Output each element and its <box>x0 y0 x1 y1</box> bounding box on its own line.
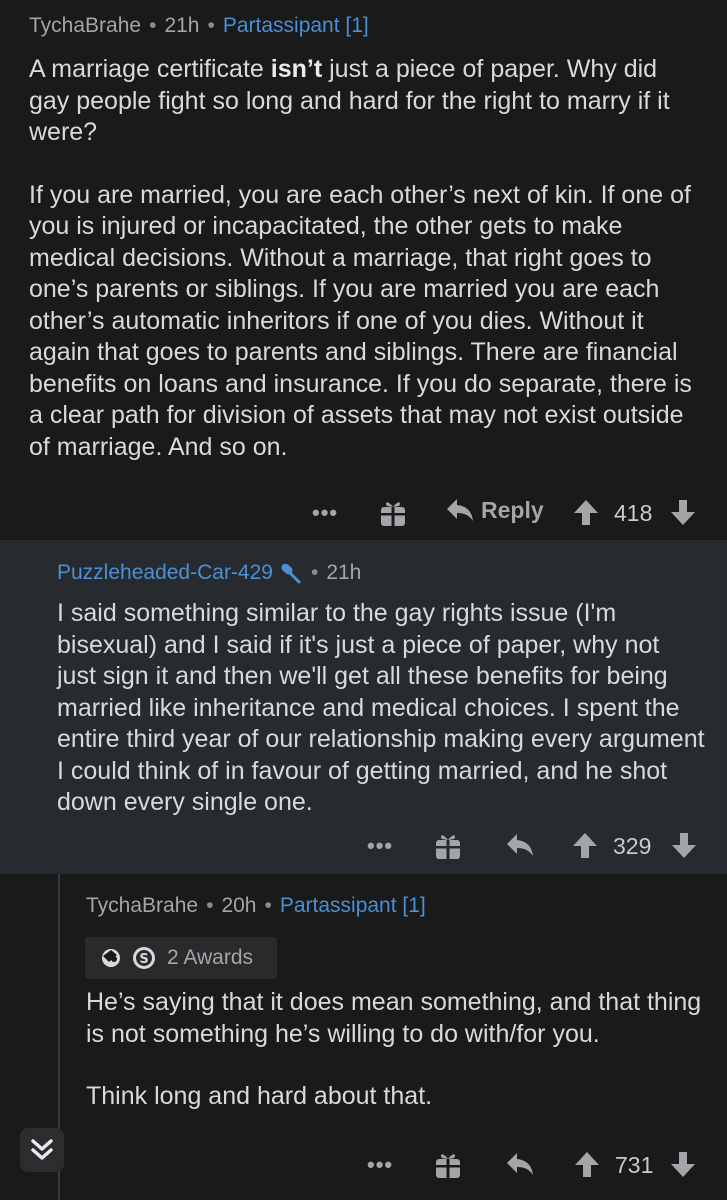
upvote-icon[interactable] <box>573 498 599 526</box>
meta-separator: • <box>310 561 319 584</box>
downvote-icon[interactable] <box>671 832 697 860</box>
meta-separator: • <box>206 894 214 917</box>
comment-3-author[interactable]: TychaBrahe <box>86 894 198 918</box>
comment-3-paragraph-2: Think long and hard about that. <box>86 1082 433 1110</box>
awards-label: 2 Awards <box>167 946 253 969</box>
gift-icon[interactable] <box>434 831 462 861</box>
downvote-icon[interactable] <box>670 1151 696 1179</box>
meta-separator: • <box>149 14 157 37</box>
reply-arrow-icon <box>447 499 473 521</box>
upvote-icon[interactable] <box>572 831 598 859</box>
comment-3-paragraph-1: He’s saying that it does mean something,… <box>86 988 702 1048</box>
comment-3-body: He’s saying that it does mean something,… <box>86 987 706 1113</box>
downvote-icon[interactable] <box>670 499 696 527</box>
comment-1-paragraph-1: A marriage certificate isn’t just a piec… <box>29 55 670 146</box>
meta-separator: • <box>264 894 272 917</box>
comment-3-age: 20h <box>221 894 257 917</box>
collapse-chevrons-icon[interactable] <box>20 1128 64 1172</box>
comment-3-meta: TychaBrahe • 20h • Partassipant [1] <box>86 894 426 918</box>
gift-icon[interactable] <box>434 1150 462 1180</box>
reply-label: Reply <box>481 496 544 523</box>
comment-1-meta: TychaBrahe • 21h • Partassipant [1] <box>29 14 369 38</box>
comment-3-more-button[interactable]: ••• <box>367 1152 393 1178</box>
meta-separator: • <box>207 14 215 37</box>
comment-2-age: 21h <box>326 561 362 584</box>
comment-2-meta: Puzzleheaded-Car-429 • 21h <box>57 561 361 585</box>
comment-2-body: I said something similar to the gay righ… <box>57 598 705 819</box>
comment-3-score: 731 <box>615 1152 654 1178</box>
comment-1-flair: Partassipant [1] <box>222 14 369 37</box>
reply-arrow-icon[interactable] <box>505 831 535 859</box>
comment-1-author[interactable]: TychaBrahe <box>29 14 141 38</box>
award-icon <box>97 946 125 970</box>
comment-2-author[interactable]: Puzzleheaded-Car-429 <box>57 561 273 585</box>
svg-text:S: S <box>139 952 148 967</box>
comment-1-age: 21h <box>164 14 200 37</box>
comment-2-score: 329 <box>613 833 652 859</box>
comment-1-paragraph-2: If you are married, you are each other’s… <box>29 180 692 461</box>
comment-2-more-button[interactable]: ••• <box>367 833 393 859</box>
comment-1-body: A marriage certificate isn’t just a piec… <box>29 54 701 463</box>
comment-2-paragraph-1: I said something similar to the gay righ… <box>57 599 705 816</box>
reply-arrow-icon[interactable] <box>505 1150 535 1178</box>
comment-3-flair: Partassipant [1] <box>279 894 426 917</box>
comment-1-more-button[interactable]: ••• <box>312 500 338 526</box>
op-microphone-icon <box>277 561 303 585</box>
upvote-icon[interactable] <box>574 1150 600 1178</box>
gift-icon[interactable] <box>379 498 407 528</box>
awards-badge[interactable]: S 2 Awards <box>85 937 277 979</box>
award-icon: S <box>131 945 157 971</box>
reply-button[interactable]: Reply <box>445 496 544 524</box>
comment-1-score: 418 <box>614 500 653 526</box>
